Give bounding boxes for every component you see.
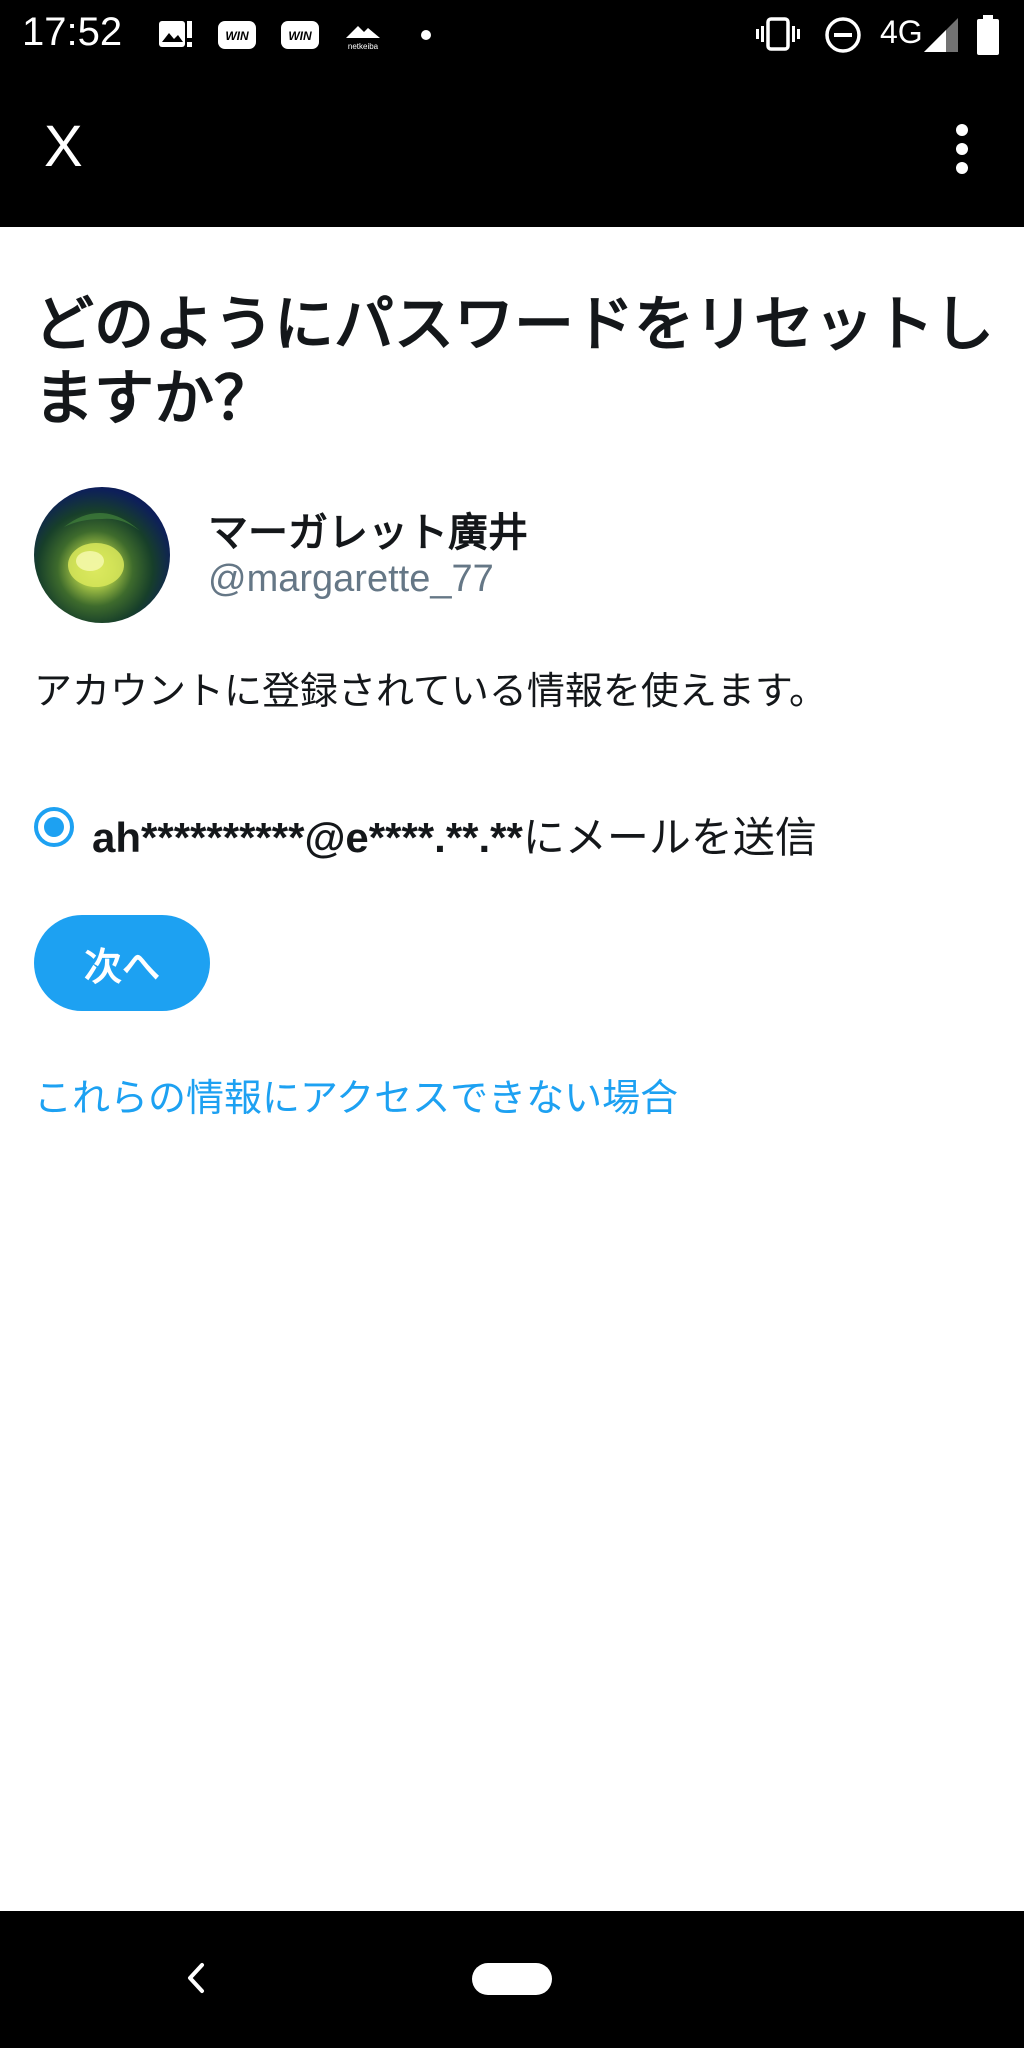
email-option-radio[interactable] (34, 807, 74, 847)
status-time: 17:52 (22, 10, 123, 54)
cannot-access-link[interactable]: これらの情報にアクセスできない場合 (34, 1067, 678, 1122)
more-vertical-icon[interactable] (942, 114, 982, 184)
description-text: アカウントに登録されている情報を使えます。 (34, 669, 828, 713)
win-icon-label: WIN (288, 29, 312, 43)
email-option-label[interactable]: ah**********@e****.**.**にメールを送信 (92, 804, 817, 865)
gallery-icon (159, 21, 192, 47)
radio-selected-dot (44, 817, 64, 837)
battery-icon (977, 15, 999, 55)
netkeiba-icon: netkeiba (346, 26, 380, 51)
avatar (34, 487, 170, 623)
app-bar: X (0, 70, 1024, 227)
home-pill-button[interactable] (472, 1963, 552, 1995)
page-title: どのようにパスワードをリセットしますか？ (34, 290, 994, 434)
close-button[interactable]: X (44, 112, 83, 182)
email-option-suffix: にメールを送信 (522, 813, 817, 862)
win-icon: WIN (281, 21, 319, 49)
win-icon-label: WIN (225, 29, 249, 43)
masked-email: ah**********@e****.**.** (92, 814, 523, 861)
netkeiba-icon-label: netkeiba (348, 42, 379, 51)
navigation-bar (0, 1911, 1024, 2048)
dot-icon (421, 30, 431, 40)
network-label: 4G (880, 14, 923, 50)
user-handle: @margarette_77 (208, 558, 494, 600)
dnd-icon (825, 17, 861, 53)
win-icon: WIN (218, 21, 256, 49)
vibrate-icon (756, 17, 800, 51)
avatar-image (64, 512, 140, 587)
display-name: マーガレット廣井 (208, 510, 528, 556)
next-button[interactable]: 次へ (34, 915, 210, 1011)
status-bar: 17:52 WIN WIN netkeiba 4G (0, 0, 1024, 70)
signal-icon (924, 18, 958, 52)
back-icon[interactable] (180, 1953, 210, 2003)
